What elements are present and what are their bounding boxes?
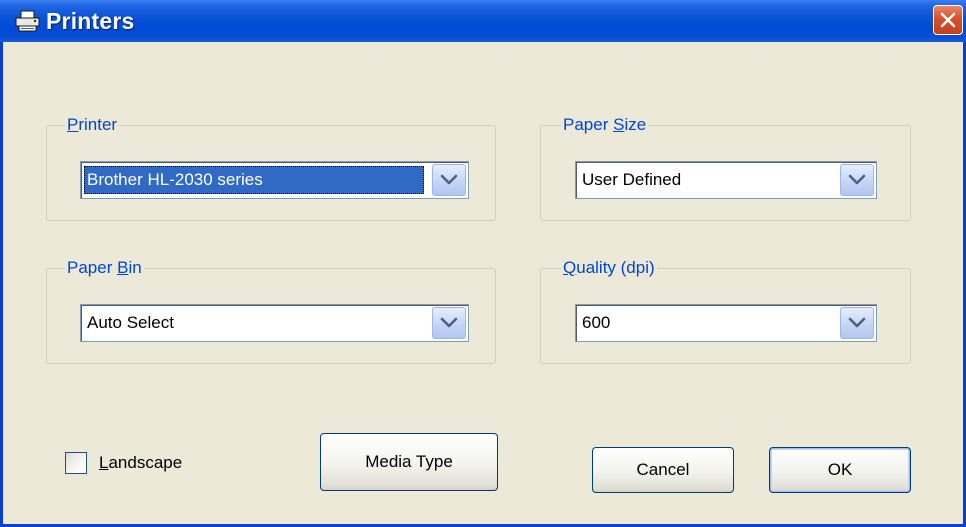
printer-group-label: Printer	[65, 115, 120, 135]
paper-size-select[interactable]: User Defined	[575, 161, 877, 199]
landscape-option[interactable]: Landscape	[65, 452, 182, 474]
printer-dropdown-button[interactable]	[432, 164, 466, 196]
landscape-checkbox[interactable]	[65, 452, 87, 474]
paper-bin-select-value: Auto Select	[87, 313, 174, 332]
paper-size-dropdown-button[interactable]	[840, 164, 874, 196]
printer-icon	[14, 10, 42, 32]
ok-button[interactable]: OK	[769, 447, 911, 493]
paper-bin-group-label: Paper Bin	[65, 258, 144, 278]
chevron-down-icon	[848, 317, 866, 328]
media-type-button[interactable]: Media Type	[320, 433, 498, 491]
quality-dropdown-button[interactable]	[840, 307, 874, 339]
close-button[interactable]	[933, 5, 963, 35]
paper-bin-dropdown-button[interactable]	[432, 307, 466, 339]
printer-select-value: Brother HL-2030 series	[84, 166, 424, 194]
printers-dialog: Printers Printer Brother HL-2030 series …	[0, 0, 966, 527]
paper-bin-select[interactable]: Auto Select	[80, 304, 469, 342]
quality-select[interactable]: 600	[575, 304, 877, 342]
paper-size-select-value: User Defined	[582, 170, 682, 189]
printer-group: Printer Brother HL-2030 series	[46, 115, 496, 221]
quality-group-label: Quality (dpi)	[561, 258, 657, 278]
chevron-down-icon	[440, 317, 458, 328]
window-title: Printers	[46, 8, 135, 34]
landscape-label[interactable]: Landscape	[99, 453, 182, 473]
paper-bin-group: Paper Bin Auto Select	[46, 258, 496, 364]
quality-select-value: 600	[582, 313, 611, 332]
close-icon	[940, 12, 956, 28]
chevron-down-icon	[848, 174, 866, 185]
paper-size-group-label: Paper Size	[561, 115, 649, 135]
chevron-down-icon	[440, 174, 458, 185]
quality-group: Quality (dpi) 600	[540, 258, 911, 364]
title-bar[interactable]: Printers	[0, 0, 966, 42]
printer-select[interactable]: Brother HL-2030 series	[80, 161, 469, 199]
cancel-button[interactable]: Cancel	[592, 447, 734, 493]
paper-size-group: Paper Size User Defined	[540, 115, 911, 221]
